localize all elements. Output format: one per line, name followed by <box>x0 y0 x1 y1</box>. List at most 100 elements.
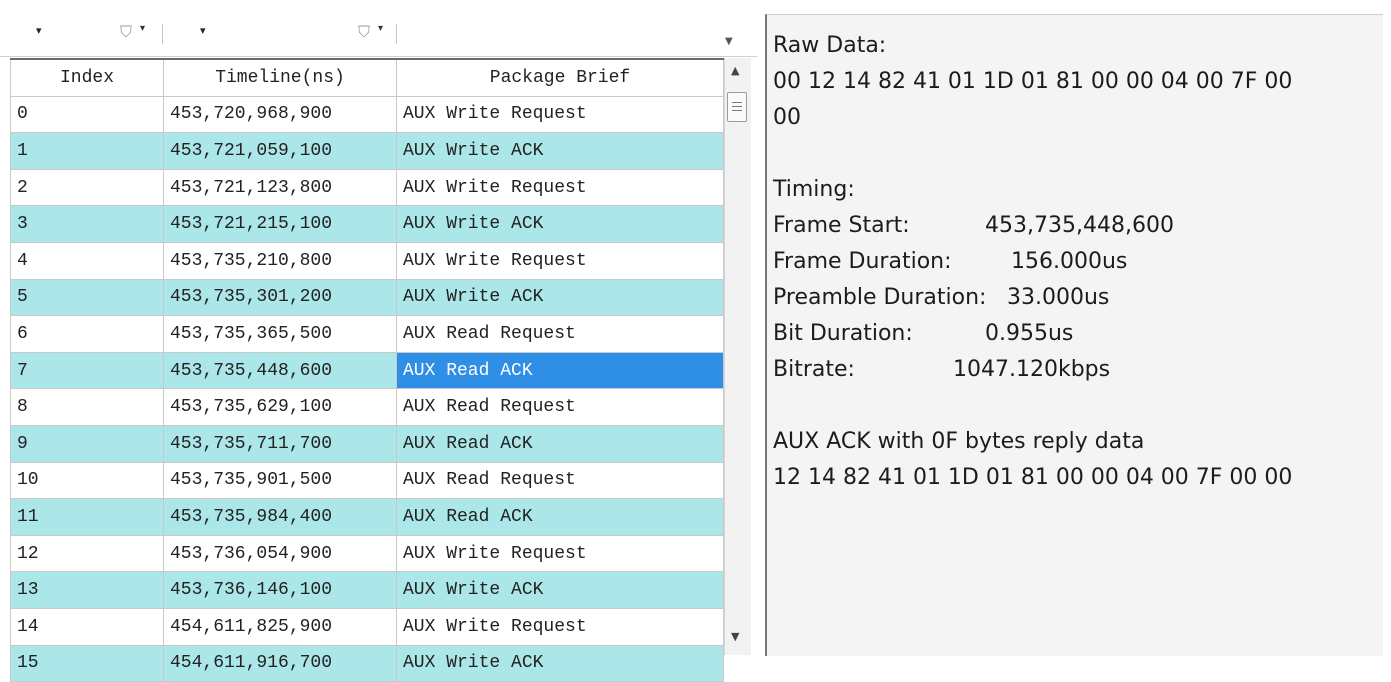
cell-timeline[interactable]: 453,735,301,200 <box>163 278 397 317</box>
filter-caret-icon[interactable]: ▾ <box>140 23 145 34</box>
table-row[interactable]: 13 453,736,146,100 AUX Write ACK <box>10 571 724 609</box>
raw-data-bytes-line2: 00 <box>773 105 801 130</box>
reply-bytes: 12 14 82 41 01 1D 01 81 00 00 04 00 7F 0… <box>773 465 1293 490</box>
cell-index[interactable]: 12 <box>10 534 164 573</box>
scroll-up-icon[interactable]: ▲ <box>731 64 739 77</box>
table-row[interactable]: 1 453,721,059,100 AUX Write ACK <box>10 132 724 170</box>
frame-duration-label: Frame Duration: <box>773 249 952 274</box>
cell-package-brief[interactable]: AUX Write Request <box>396 534 724 573</box>
cell-timeline[interactable]: 453,735,210,800 <box>163 241 397 280</box>
bitrate-value: 1047.120kbps <box>953 357 1111 382</box>
cell-index[interactable]: 3 <box>10 205 164 243</box>
column-header-timeline[interactable]: Timeline(ns) <box>163 57 397 97</box>
vertical-scrollbar[interactable]: ▲ ▼ <box>724 58 751 655</box>
cell-index[interactable]: 0 <box>10 95 164 134</box>
timeline-filter[interactable]: ▾ ⛉ ▾ <box>170 10 410 56</box>
cell-timeline[interactable]: 453,736,054,900 <box>163 534 397 573</box>
preamble-duration-label: Preamble Duration: <box>773 285 987 310</box>
cell-timeline[interactable]: 453,735,629,100 <box>163 388 397 426</box>
cell-timeline[interactable]: 453,735,448,600 <box>163 351 397 390</box>
cell-index[interactable]: 5 <box>10 278 164 317</box>
dropdown-arrow-icon[interactable]: ▾ <box>200 24 206 37</box>
cell-package-brief[interactable]: AUX Write ACK <box>396 571 724 609</box>
filter-bar: ▾ ⛉ ▾ ▾ ⛉ ▾ ▼ <box>0 10 757 57</box>
reply-summary: AUX ACK with 0F bytes reply data <box>773 429 1145 454</box>
table-row[interactable]: 10 453,735,901,500 AUX Read Request <box>10 461 724 500</box>
table-row[interactable]: 3 453,721,215,100 AUX Write ACK <box>10 205 724 243</box>
cell-timeline[interactable]: 453,735,901,500 <box>163 461 397 500</box>
cell-index[interactable]: 9 <box>10 424 164 463</box>
cell-index[interactable]: 4 <box>10 241 164 280</box>
table-row[interactable]: 7 453,735,448,600 AUX Read ACK <box>10 351 724 390</box>
table-row[interactable]: 14 454,611,825,900 AUX Write Request <box>10 607 724 646</box>
table-row[interactable]: 4 453,735,210,800 AUX Write Request <box>10 241 724 280</box>
frame-start-value: 453,735,448,600 <box>985 213 1174 238</box>
table-row[interactable]: 15 454,611,916,700 AUX Write ACK <box>10 644 724 682</box>
separator <box>396 24 397 44</box>
cell-index[interactable]: 10 <box>10 461 164 500</box>
cell-package-brief[interactable]: AUX Write ACK <box>396 132 724 170</box>
table-row[interactable]: 12 453,736,054,900 AUX Write Request <box>10 534 724 573</box>
cell-package-brief[interactable]: AUX Read ACK <box>396 424 724 463</box>
packet-table: Index Timeline(ns) Package Brief 0 453,72… <box>10 57 724 682</box>
raw-data-label: Raw Data: <box>773 33 887 58</box>
cell-package-brief[interactable]: AUX Read ACK <box>396 498 724 536</box>
cell-package-brief[interactable]: AUX Read Request <box>396 315 724 353</box>
cell-index[interactable]: 13 <box>10 571 164 609</box>
filter-bar-expand-icon[interactable]: ▼ <box>725 36 733 47</box>
cell-index[interactable]: 1 <box>10 132 164 170</box>
separator <box>162 24 163 44</box>
cell-timeline[interactable]: 453,736,146,100 <box>163 571 397 609</box>
cell-index[interactable]: 11 <box>10 498 164 536</box>
cell-package-brief[interactable]: AUX Write Request <box>396 168 724 207</box>
filter-caret-icon[interactable]: ▾ <box>378 23 383 34</box>
cell-timeline[interactable]: 454,611,916,700 <box>163 644 397 682</box>
scroll-down-icon[interactable]: ▼ <box>731 630 739 643</box>
cell-package-brief[interactable]: AUX Read Request <box>396 461 724 500</box>
cell-package-brief[interactable]: AUX Write ACK <box>396 278 724 317</box>
cell-timeline[interactable]: 453,721,123,800 <box>163 168 397 207</box>
cell-package-brief[interactable]: AUX Write Request <box>396 607 724 646</box>
cell-package-brief[interactable]: AUX Write Request <box>396 95 724 134</box>
table-row[interactable]: 8 453,735,629,100 AUX Read Request <box>10 388 724 426</box>
column-header-package-brief[interactable]: Package Brief <box>396 57 724 97</box>
table-row[interactable]: 9 453,735,711,700 AUX Read ACK <box>10 424 724 463</box>
cell-package-brief[interactable]: AUX Write Request <box>396 241 724 280</box>
cell-timeline[interactable]: 453,735,984,400 <box>163 498 397 536</box>
column-header-index[interactable]: Index <box>10 57 164 97</box>
table-row[interactable]: 6 453,735,365,500 AUX Read Request <box>10 315 724 353</box>
cell-package-brief[interactable]: AUX Read Request <box>396 388 724 426</box>
funnel-icon[interactable]: ⛉ <box>120 22 132 42</box>
cell-index[interactable]: 2 <box>10 168 164 207</box>
table-header: Index Timeline(ns) Package Brief <box>10 57 724 97</box>
dropdown-arrow-icon[interactable]: ▾ <box>36 24 42 37</box>
cell-package-brief[interactable]: AUX Write ACK <box>396 205 724 243</box>
cell-timeline[interactable]: 453,721,059,100 <box>163 132 397 170</box>
cell-timeline[interactable]: 453,721,215,100 <box>163 205 397 243</box>
frame-duration-value: 156.000us <box>1011 249 1128 274</box>
cell-package-brief[interactable]: AUX Write ACK <box>396 644 724 682</box>
frame-duration-row: Frame Duration: 156.000us <box>773 249 1127 274</box>
cell-timeline[interactable]: 453,735,711,700 <box>163 424 397 463</box>
cell-index[interactable]: 7 <box>10 351 164 390</box>
packet-detail-panel: Raw Data: 00 12 14 82 41 01 1D 01 81 00 … <box>765 14 1383 656</box>
scroll-thumb[interactable] <box>727 92 747 122</box>
table-row[interactable]: 2 453,721,123,800 AUX Write Request <box>10 168 724 207</box>
cell-index[interactable]: 8 <box>10 388 164 426</box>
bit-duration-value: 0.955us <box>985 321 1074 346</box>
table-row[interactable]: 0 453,720,968,900 AUX Write Request <box>10 95 724 134</box>
cell-timeline[interactable]: 453,735,365,500 <box>163 315 397 353</box>
cell-index[interactable]: 15 <box>10 644 164 682</box>
bitrate-row: Bitrate: 1047.120kbps <box>773 357 1110 382</box>
frame-start-label: Frame Start: <box>773 213 910 238</box>
cell-index[interactable]: 14 <box>10 607 164 646</box>
cell-timeline[interactable]: 454,611,825,900 <box>163 607 397 646</box>
cell-timeline[interactable]: 453,720,968,900 <box>163 95 397 134</box>
funnel-icon[interactable]: ⛉ <box>358 22 370 42</box>
index-filter[interactable]: ▾ ⛉ ▾ <box>0 10 170 56</box>
table-row[interactable]: 5 453,735,301,200 AUX Write ACK <box>10 278 724 317</box>
table-row[interactable]: 11 453,735,984,400 AUX Read ACK <box>10 498 724 536</box>
cell-index[interactable]: 6 <box>10 315 164 353</box>
cell-package-brief[interactable]: AUX Read ACK <box>396 351 724 390</box>
preamble-duration-row: Preamble Duration: 33.000us <box>773 285 1109 310</box>
